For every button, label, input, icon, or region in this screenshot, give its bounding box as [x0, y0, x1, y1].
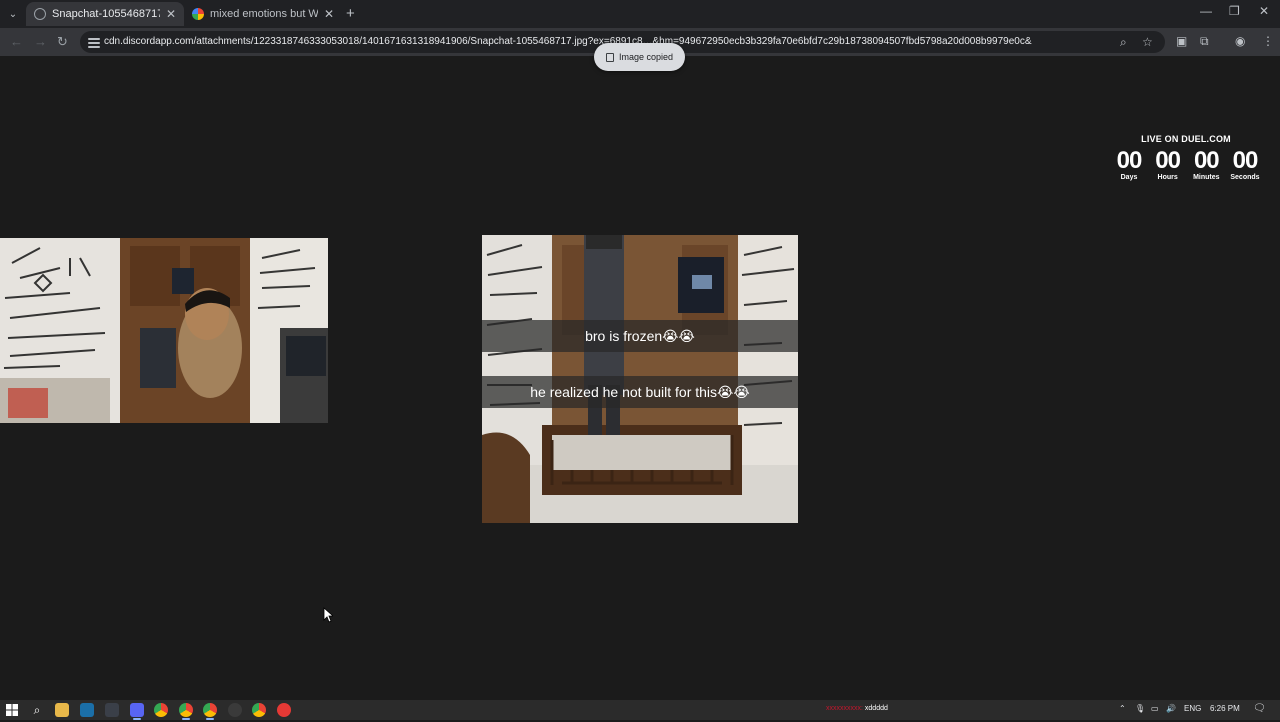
caption-not-built-for-this: he realized he not built for this😭😭 — [482, 376, 798, 408]
countdown-seconds: 00 Seconds — [1228, 147, 1262, 182]
microphone-icon[interactable]: 🎙 — [1135, 704, 1145, 713]
notification-text: xddddd — [864, 705, 888, 712]
countdown-value: 00 — [1232, 147, 1259, 174]
forward-icon[interactable]: → — [34, 34, 47, 49]
language-indicator[interactable]: ENG — [1184, 704, 1201, 713]
mouse-cursor-icon — [323, 607, 333, 623]
countdown-label: Minutes — [1193, 174, 1220, 181]
countdown-timer: 00 Days 00 Hours 00 Minutes 00 Seconds — [1112, 147, 1262, 182]
new-tab-button[interactable]: + — [346, 5, 355, 22]
tab-title: Snapchat-1055468717.jpg (59 — [52, 8, 160, 20]
tab-search-button[interactable]: ⌄ — [4, 5, 22, 23]
notification-user: xxxxxxxxxx: — [826, 705, 863, 712]
chrome-icon[interactable] — [252, 703, 266, 717]
app-icon[interactable] — [105, 703, 119, 717]
webcam-feed — [0, 238, 328, 423]
chevron-up-icon[interactable]: ⌃ — [1119, 704, 1126, 713]
google-icon — [192, 8, 204, 20]
caption-bro-is-frozen: bro is frozen😭😭 — [482, 320, 798, 352]
app-icon[interactable] — [228, 703, 242, 717]
countdown-minutes: 00 Minutes — [1189, 147, 1223, 182]
chrome-icon[interactable] — [179, 703, 193, 720]
countdown-label: Hours — [1157, 174, 1178, 181]
file-explorer-icon[interactable] — [55, 703, 69, 717]
steam-icon[interactable] — [80, 703, 94, 717]
menu-icon[interactable]: ⋮ — [1262, 34, 1274, 48]
windows-taskbar: ⌕ xxxxxxxxxx: xddddd ⌃ 🎙 ▭ 🔊 ENG 6:26 PM… — [0, 700, 1280, 720]
network-icon[interactable]: ▭ — [1151, 704, 1159, 713]
live-title: LIVE ON DUEL.COM — [1141, 134, 1231, 144]
reload-icon[interactable]: ↻ — [57, 34, 68, 50]
tab-snapchat-image[interactable]: Snapchat-1055468717.jpg (59 ✕ — [26, 2, 184, 26]
minimize-icon[interactable]: — — [1200, 4, 1212, 18]
volume-icon[interactable]: 🔊 — [1166, 704, 1176, 713]
webcam-scene-image — [0, 238, 328, 423]
countdown-value: 00 — [1155, 147, 1181, 174]
restore-icon[interactable]: ❐ — [1229, 4, 1240, 18]
countdown-value: 00 — [1116, 147, 1143, 174]
profile-icon[interactable]: ◉ — [1235, 34, 1245, 48]
countdown-hours: 00 Hours — [1151, 147, 1185, 182]
countdown-days: 00 Days — [1112, 147, 1146, 182]
app-icon[interactable] — [277, 703, 291, 717]
countdown-value: 00 — [1193, 147, 1220, 174]
countdown-label: Seconds — [1230, 174, 1260, 181]
zoom-icon[interactable]: ⌕ — [1120, 35, 1127, 50]
close-icon[interactable]: ✕ — [166, 7, 176, 21]
window-close-icon[interactable]: ✕ — [1259, 4, 1269, 18]
copy-icon — [605, 52, 614, 62]
site-info-icon[interactable] — [88, 36, 100, 48]
chrome-icon[interactable] — [154, 703, 168, 717]
tab-mixed-emotions[interactable]: mixed emotions but W - Reche ✕ — [184, 2, 342, 26]
bookmark-star-icon[interactable]: ☆ — [1142, 35, 1153, 49]
clock[interactable]: 6:26 PM — [1210, 704, 1240, 713]
chrome-icon[interactable] — [203, 703, 217, 720]
discord-icon[interactable] — [130, 703, 144, 720]
snapchat-image: bro is frozen😭😭 he realized he not built… — [482, 235, 798, 523]
search-icon[interactable]: ⌕ — [30, 703, 44, 717]
puzzle-icon[interactable]: ⧉ — [1200, 34, 1209, 49]
globe-icon — [34, 8, 46, 20]
close-icon[interactable]: ✕ — [324, 7, 334, 21]
tab-strip: ⌄ Snapchat-1055468717.jpg (59 ✕ mixed em… — [0, 0, 1280, 28]
tab-title: mixed emotions but W - Reche — [210, 8, 318, 20]
chat-notification: xxxxxxxxxx: xddddd — [826, 705, 888, 712]
notifications-icon[interactable]: 🗨 — [1253, 703, 1266, 714]
windows-start-icon[interactable] — [5, 703, 19, 717]
extension-icon[interactable]: ▣ — [1176, 34, 1187, 48]
toast-text: Image copied — [618, 52, 674, 62]
countdown-label: Days — [1120, 174, 1138, 181]
image-viewer: LIVE ON DUEL.COM 00 Days 00 Hours 00 Min… — [0, 56, 1280, 700]
duel-countdown-overlay: LIVE ON DUEL.COM 00 Days 00 Hours 00 Min… — [1112, 134, 1262, 181]
image-copied-toast: Image copied — [594, 43, 685, 71]
back-icon[interactable]: ← — [10, 34, 23, 49]
